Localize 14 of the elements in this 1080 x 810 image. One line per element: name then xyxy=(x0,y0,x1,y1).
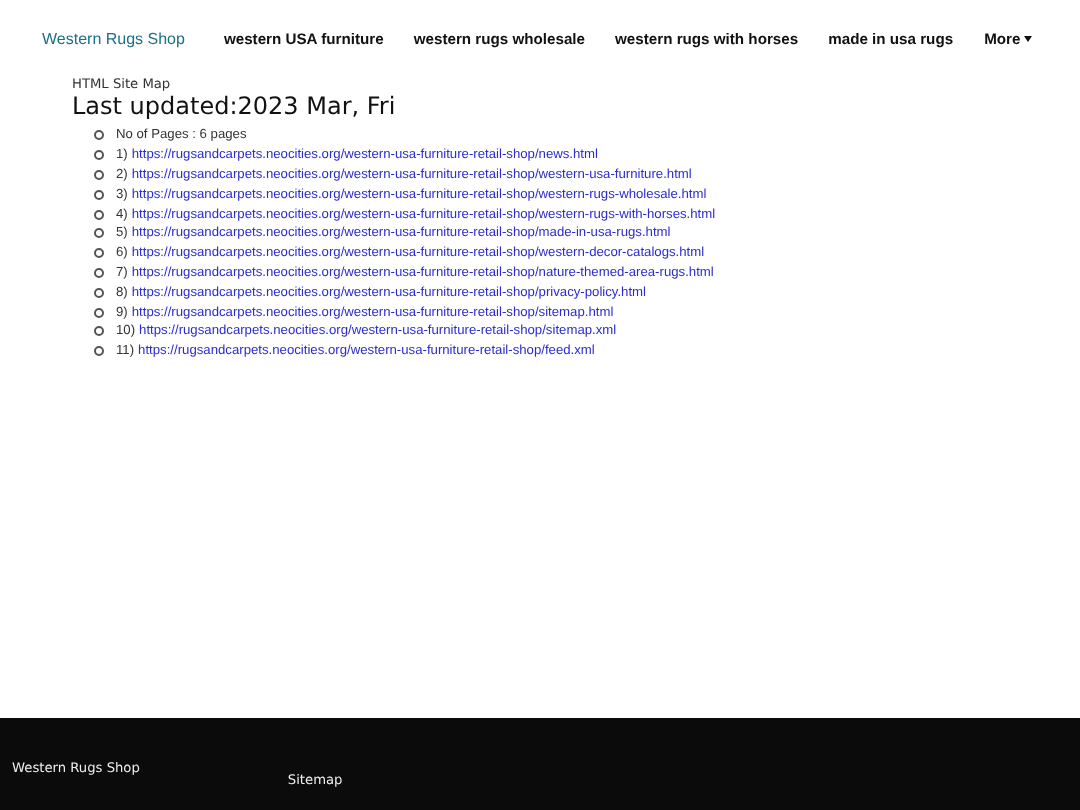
bullet-icon xyxy=(94,150,104,161)
bullet-icon xyxy=(94,307,104,318)
brand-link[interactable]: Western Rugs Shop xyxy=(42,29,185,47)
bullet-icon xyxy=(94,228,104,239)
bullet-icon xyxy=(94,346,104,357)
bullet-icon xyxy=(94,130,104,141)
bullet-icon xyxy=(94,287,104,298)
bullet-icon xyxy=(94,189,104,200)
bullet-icon xyxy=(94,267,104,278)
bullet-icon xyxy=(94,248,104,259)
page-title: Last updated:2023 Mar, Fri xyxy=(72,92,398,120)
bullet-icon xyxy=(94,169,104,180)
bullet-icon xyxy=(94,326,104,337)
bullet-icon xyxy=(94,209,104,220)
